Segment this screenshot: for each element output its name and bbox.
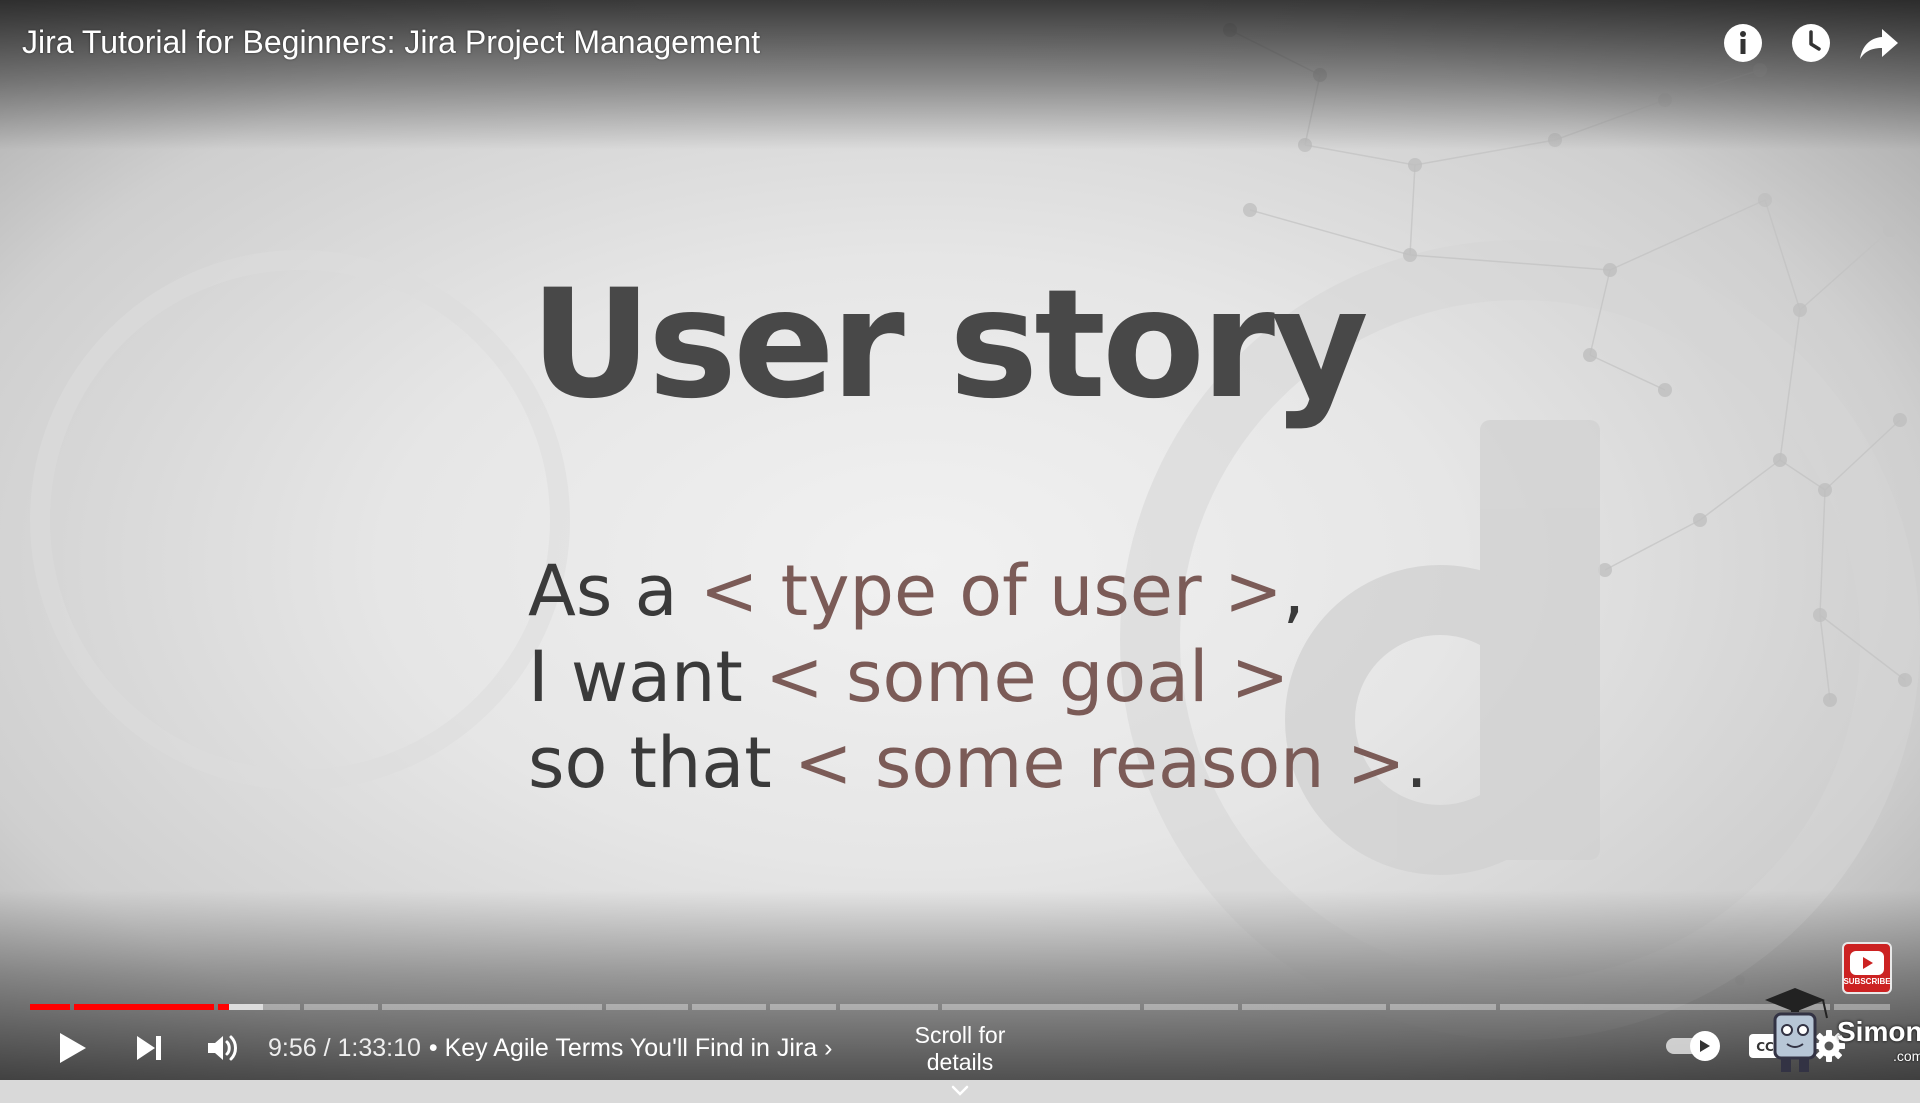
story-placeholder-reason: < some reason > [793, 722, 1406, 804]
chapter-title[interactable]: • Key Agile Terms You'll Find in Jira › [429, 1034, 833, 1063]
chapter-segment[interactable] [382, 1004, 602, 1010]
played-fill [218, 1004, 230, 1010]
autoplay-play-icon [1700, 1040, 1710, 1052]
chapter-segment[interactable] [942, 1004, 1140, 1010]
toggle-knob [1690, 1031, 1720, 1061]
chevron-down-icon [951, 1085, 969, 1096]
chapter-segment[interactable] [304, 1004, 378, 1010]
story-prefix: so that [528, 722, 794, 804]
brand-domain: .com [1893, 1048, 1920, 1064]
play-icon [60, 1033, 86, 1063]
info-icon [1724, 24, 1762, 62]
story-line-role: As a < type of user >, [528, 548, 1428, 634]
chapter-segment[interactable] [74, 1004, 214, 1010]
slide-title: User story [530, 258, 1369, 432]
share-icon [1860, 29, 1898, 59]
video-title[interactable]: Jira Tutorial for Beginners: Jira Projec… [22, 24, 760, 61]
brand-name: Simon [1837, 1016, 1920, 1047]
chapter-segment[interactable] [1242, 1004, 1386, 1010]
top-overlay-gradient [0, 0, 1920, 150]
story-prefix: As a [528, 550, 700, 632]
scroll-hint-label: Scroll for details [914, 1022, 1006, 1075]
story-line-goal: I want < some goal > [528, 634, 1428, 720]
played-fill [74, 1004, 214, 1010]
chevron-right-icon: › [824, 1033, 833, 1062]
story-punctuation: , [1282, 550, 1305, 632]
skip-next-icon [137, 1036, 161, 1060]
user-story-template: As a < type of user >, I want < some goa… [528, 548, 1428, 806]
info-button[interactable] [1722, 20, 1764, 66]
play-button[interactable] [40, 1020, 106, 1076]
chapter-segment[interactable] [770, 1004, 836, 1010]
chapter-label: • Key Agile Terms You'll Find in Jira [428, 1033, 818, 1062]
story-line-reason: so that < some reason >. [528, 720, 1428, 806]
channel-watermark[interactable]: Simon .com [1745, 978, 1920, 1080]
mute-button[interactable] [190, 1020, 256, 1076]
chapter-segment[interactable] [218, 1004, 300, 1010]
story-placeholder-goal: < some goal > [765, 636, 1290, 718]
chapter-segment[interactable] [606, 1004, 688, 1010]
chapter-segment[interactable] [1390, 1004, 1496, 1010]
share-button[interactable] [1858, 20, 1900, 66]
mascot-logo-icon [1765, 988, 1828, 1072]
watch-later-button[interactable] [1790, 20, 1832, 66]
played-fill [30, 1004, 70, 1010]
chapter-segment[interactable] [840, 1004, 938, 1010]
autoplay-toggle[interactable] [1666, 1031, 1722, 1061]
watch-later-icon [1792, 24, 1830, 62]
chapter-segment[interactable] [30, 1004, 70, 1010]
time-display: 9:56 / 1:33:10 [268, 1033, 421, 1062]
chapter-segment[interactable] [692, 1004, 766, 1010]
youtube-logo-icon [1850, 950, 1884, 975]
story-punctuation: . [1405, 722, 1428, 804]
top-action-bar [1722, 20, 1900, 66]
next-button[interactable] [116, 1020, 182, 1076]
volume-icon [208, 1035, 237, 1061]
chapter-segment[interactable] [1144, 1004, 1238, 1010]
progress-bar[interactable] [30, 1004, 1890, 1010]
story-placeholder-user: < type of user > [699, 550, 1283, 632]
story-prefix: I want [528, 636, 766, 718]
scroll-for-details[interactable]: Scroll for details [880, 1022, 1040, 1103]
